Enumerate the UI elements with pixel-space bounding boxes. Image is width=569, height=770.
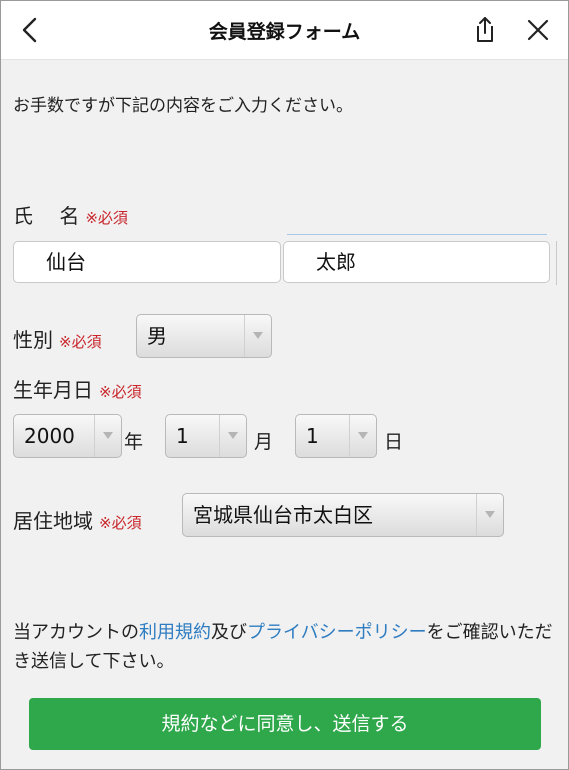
nav-header: 会員登録フォーム [1,1,568,60]
terms-of-use-link[interactable]: 利用規約 [139,622,211,643]
birth-day-value: 1 [306,424,319,448]
name-label: 氏 名 ※必須 [13,200,128,229]
chevron-down-icon [219,415,246,457]
share-icon[interactable] [469,15,499,45]
terms-prefix: 当アカウントの [13,622,139,643]
region-label: 居住地域 ※必須 [13,505,142,534]
chevron-down-icon [244,315,271,357]
name-label-text: 氏 名 [13,204,80,228]
gender-select[interactable]: 男 [136,314,272,358]
birth-month-value: 1 [176,424,189,448]
gender-label: 性別 ※必須 [13,324,102,353]
field-underline [287,234,547,235]
gender-value: 男 [147,324,167,348]
birth-year-select[interactable]: 2000 [13,414,122,458]
intro-text: お手数ですが下記の内容をご入力ください。 [13,96,353,116]
chevron-down-icon [476,494,503,536]
last-name-input[interactable]: 仙台 [13,241,281,283]
field-edge [556,241,557,285]
birth-year-value: 2000 [24,424,75,448]
gender-label-text: 性別 [13,328,53,352]
birthdate-label-text: 生年月日 [13,378,93,402]
birthdate-label: 生年月日 ※必須 [13,374,142,403]
region-select[interactable]: 宮城県仙台市太白区 [182,493,504,537]
required-mark: ※必須 [99,514,142,532]
required-mark: ※必須 [99,383,142,401]
year-unit: 年 [124,431,144,453]
chevron-down-icon [349,415,376,457]
first-name-input[interactable]: 太郎 [283,241,550,283]
required-mark: ※必須 [59,333,102,351]
chevron-down-icon [94,415,121,457]
required-mark: ※必須 [85,209,128,227]
birth-day-select[interactable]: 1 [295,414,377,458]
birth-month-select[interactable]: 1 [165,414,247,458]
terms-middle: 及び [211,622,247,643]
region-label-text: 居住地域 [13,509,93,533]
close-icon[interactable] [523,15,553,45]
region-value: 宮城県仙台市太白区 [193,503,373,527]
month-unit: 月 [254,431,274,453]
submit-button[interactable]: 規約などに同意し、送信する [29,698,541,750]
registration-screen: 会員登録フォーム お手数ですが下記の内容をご入力ください。 氏 名 ※必須 仙台 … [0,0,569,770]
day-unit: 日 [384,431,404,453]
privacy-policy-link[interactable]: プライバシーポリシー [247,622,427,643]
terms-notice: 当アカウントの利用規約及びプライバシーポリシーをご確認いただき送信して下さい。 [13,618,558,676]
